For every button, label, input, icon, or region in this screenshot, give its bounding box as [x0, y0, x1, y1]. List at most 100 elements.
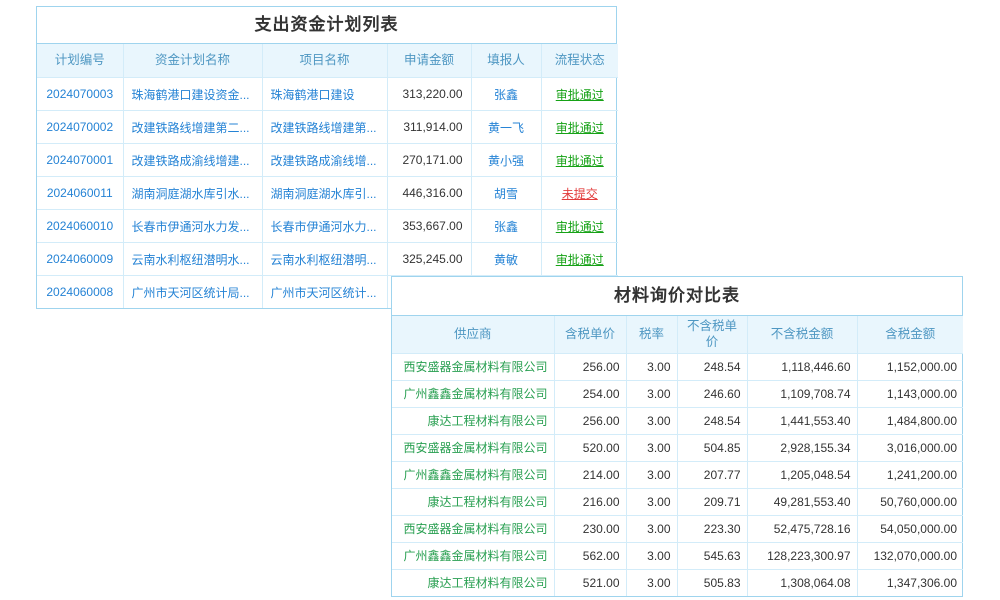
request-amount-value: 353,667.00: [387, 210, 471, 243]
project-name-link[interactable]: 广州市天河区统计...: [262, 276, 387, 309]
plan-no-link[interactable]: 2024060008: [37, 276, 123, 309]
project-name-link[interactable]: 湖南洞庭湖水库引...: [262, 177, 387, 210]
table-row: 广州鑫鑫金属材料有限公司254.003.00246.601,109,708.74…: [392, 380, 963, 407]
fund-plan-name-link[interactable]: 改建铁路成渝线增建...: [123, 144, 262, 177]
tax-incl-amount-value: 1,484,800.00: [857, 407, 963, 434]
tax-rate-value: 3.00: [626, 434, 677, 461]
process-status-link[interactable]: 审批通过: [541, 243, 618, 276]
tax-incl-amount-value: 1,241,200.00: [857, 461, 963, 488]
expense-table-body: 2024070003珠海鹤港口建设资金...珠海鹤港口建设313,220.00张…: [37, 78, 618, 309]
table-row: 2024060011湖南洞庭湖水库引水...湖南洞庭湖水库引...446,316…: [37, 177, 618, 210]
filler-link[interactable]: 张鑫: [471, 210, 541, 243]
fund-plan-name-link[interactable]: 广州市天河区统计局...: [123, 276, 262, 309]
fund-plan-name-link[interactable]: 云南水利枢纽潜明水...: [123, 243, 262, 276]
tax-excl-unit-price-value: 505.83: [677, 569, 747, 596]
material-inquiry-table: 供应商 含税单价 税率 不含税单价 不含税金额 含税金额 西安盛器金属材料有限公…: [392, 316, 963, 596]
table-row: 2024060009云南水利枢纽潜明水...云南水利枢纽潜明...325,245…: [37, 243, 618, 276]
tax-excl-unit-price-value: 545.63: [677, 542, 747, 569]
tax-rate-value: 3.00: [626, 569, 677, 596]
supplier-link[interactable]: 广州鑫鑫金属材料有限公司: [392, 380, 554, 407]
tax-rate-value: 3.00: [626, 542, 677, 569]
tax-incl-amount-value: 1,347,306.00: [857, 569, 963, 596]
project-name-link[interactable]: 珠海鹤港口建设: [262, 78, 387, 111]
tax-rate-value: 3.00: [626, 488, 677, 515]
supplier-link[interactable]: 康达工程材料有限公司: [392, 569, 554, 596]
expense-fund-plan-table: 计划编号 资金计划名称 项目名称 申请金额 填报人 流程状态 202407000…: [37, 44, 618, 308]
table-row: 西安盛器金属材料有限公司256.003.00248.541,118,446.60…: [392, 353, 963, 380]
table-row: 西安盛器金属材料有限公司520.003.00504.852,928,155.34…: [392, 434, 963, 461]
filler-link[interactable]: 胡雪: [471, 177, 541, 210]
expense-fund-plan-panel: 支出资金计划列表 计划编号 资金计划名称 项目名称 申请金额 填报人 流程状态 …: [36, 6, 617, 309]
process-status-link[interactable]: 审批通过: [541, 111, 618, 144]
supplier-link[interactable]: 西安盛器金属材料有限公司: [392, 515, 554, 542]
supplier-link[interactable]: 康达工程材料有限公司: [392, 488, 554, 515]
table-row: 2024070002改建铁路线增建第二...改建铁路线增建第...311,914…: [37, 111, 618, 144]
supplier-link[interactable]: 广州鑫鑫金属材料有限公司: [392, 461, 554, 488]
tax-incl-amount-value: 132,070,000.00: [857, 542, 963, 569]
tax-incl-unit-price-value: 254.00: [554, 380, 626, 407]
fund-plan-name-link[interactable]: 改建铁路线增建第二...: [123, 111, 262, 144]
fund-plan-name-link[interactable]: 湖南洞庭湖水库引水...: [123, 177, 262, 210]
table-row: 广州鑫鑫金属材料有限公司214.003.00207.771,205,048.54…: [392, 461, 963, 488]
tax-excl-amount-value: 52,475,728.16: [747, 515, 857, 542]
table-row: 康达工程材料有限公司521.003.00505.831,308,064.081,…: [392, 569, 963, 596]
supplier-link[interactable]: 康达工程材料有限公司: [392, 407, 554, 434]
request-amount-value: 270,171.00: [387, 144, 471, 177]
tax-excl-amount-value: 1,118,446.60: [747, 353, 857, 380]
tax-rate-value: 3.00: [626, 353, 677, 380]
inquiry-table-body: 西安盛器金属材料有限公司256.003.00248.541,118,446.60…: [392, 353, 963, 596]
filler-link[interactable]: 张鑫: [471, 78, 541, 111]
inquiry-table-header-row: 供应商 含税单价 税率 不含税单价 不含税金额 含税金额: [392, 316, 963, 353]
project-name-link[interactable]: 长春市伊通河水力...: [262, 210, 387, 243]
tax-incl-amount-value: 1,143,000.00: [857, 380, 963, 407]
table-row: 2024070003珠海鹤港口建设资金...珠海鹤港口建设313,220.00张…: [37, 78, 618, 111]
table-row: 2024070001改建铁路成渝线增建...改建铁路成渝线增...270,171…: [37, 144, 618, 177]
tax-excl-amount-value: 1,441,553.40: [747, 407, 857, 434]
table-row: 2024060010长春市伊通河水力发...长春市伊通河水力...353,667…: [37, 210, 618, 243]
tax-excl-amount-value: 1,205,048.54: [747, 461, 857, 488]
tax-excl-amount-value: 1,109,708.74: [747, 380, 857, 407]
tax-excl-unit-price-value: 504.85: [677, 434, 747, 461]
supplier-link[interactable]: 广州鑫鑫金属材料有限公司: [392, 542, 554, 569]
plan-no-link[interactable]: 2024070002: [37, 111, 123, 144]
process-status-link[interactable]: 审批通过: [541, 210, 618, 243]
tax-excl-unit-price-value: 209.71: [677, 488, 747, 515]
column-header-supplier: 供应商: [392, 316, 554, 353]
filler-link[interactable]: 黄小强: [471, 144, 541, 177]
supplier-link[interactable]: 西安盛器金属材料有限公司: [392, 353, 554, 380]
filler-link[interactable]: 黄一飞: [471, 111, 541, 144]
column-header-request-amount: 申请金额: [387, 44, 471, 78]
project-name-link[interactable]: 云南水利枢纽潜明...: [262, 243, 387, 276]
fund-plan-name-link[interactable]: 珠海鹤港口建设资金...: [123, 78, 262, 111]
plan-no-link[interactable]: 2024070001: [37, 144, 123, 177]
tax-excl-unit-price-value: 207.77: [677, 461, 747, 488]
tax-excl-unit-price-value: 223.30: [677, 515, 747, 542]
supplier-link[interactable]: 西安盛器金属材料有限公司: [392, 434, 554, 461]
tax-excl-amount-value: 49,281,553.40: [747, 488, 857, 515]
filler-link[interactable]: 黄敏: [471, 243, 541, 276]
expense-table-header-row: 计划编号 资金计划名称 项目名称 申请金额 填报人 流程状态: [37, 44, 618, 78]
request-amount-value: 325,245.00: [387, 243, 471, 276]
tax-excl-unit-price-value: 246.60: [677, 380, 747, 407]
tax-incl-unit-price-value: 521.00: [554, 569, 626, 596]
request-amount-value: 313,220.00: [387, 78, 471, 111]
process-status-link[interactable]: 审批通过: [541, 78, 618, 111]
table-row: 广州鑫鑫金属材料有限公司562.003.00545.63128,223,300.…: [392, 542, 963, 569]
tax-rate-value: 3.00: [626, 380, 677, 407]
process-status-link[interactable]: 未提交: [541, 177, 618, 210]
project-name-link[interactable]: 改建铁路线增建第...: [262, 111, 387, 144]
column-header-filler: 填报人: [471, 44, 541, 78]
tax-excl-unit-price-value: 248.54: [677, 353, 747, 380]
request-amount-value: 446,316.00: [387, 177, 471, 210]
plan-no-link[interactable]: 2024070003: [37, 78, 123, 111]
column-header-process-status: 流程状态: [541, 44, 618, 78]
plan-no-link[interactable]: 2024060009: [37, 243, 123, 276]
process-status-link[interactable]: 审批通过: [541, 144, 618, 177]
project-name-link[interactable]: 改建铁路成渝线增...: [262, 144, 387, 177]
tax-excl-amount-value: 2,928,155.34: [747, 434, 857, 461]
plan-no-link[interactable]: 2024060010: [37, 210, 123, 243]
plan-no-link[interactable]: 2024060011: [37, 177, 123, 210]
material-inquiry-panel: 材料询价对比表 供应商 含税单价 税率 不含税单价 不含税金额 含税金额 西安盛…: [391, 276, 963, 597]
fund-plan-name-link[interactable]: 长春市伊通河水力发...: [123, 210, 262, 243]
request-amount-value: 311,914.00: [387, 111, 471, 144]
